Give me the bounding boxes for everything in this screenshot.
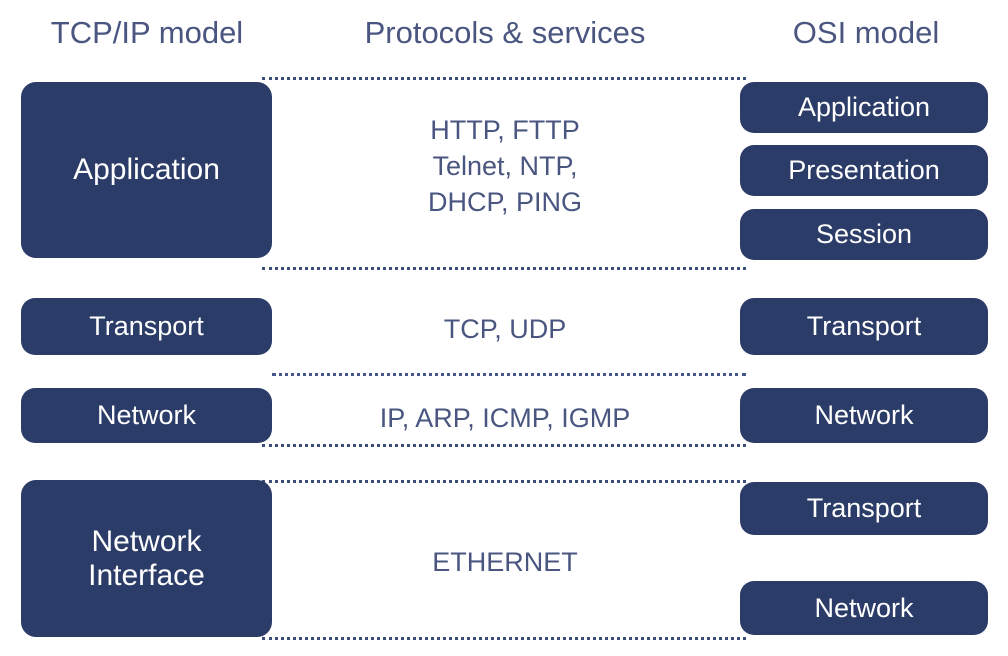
- tcpip-layer-network-interface-label-line2: Interface: [88, 558, 205, 592]
- tcpip-layer-network-interface-label: Network Interface: [88, 525, 205, 592]
- column-header-protocols: Protocols & services: [364, 15, 646, 50]
- divider-transport-network: [272, 373, 746, 376]
- osi-layer-presentation-label: Presentation: [788, 155, 940, 186]
- column-header-tcpip: TCP/IP model: [50, 15, 244, 50]
- osi-layer-network[interactable]: Network: [740, 388, 988, 443]
- divider-application-transport: [262, 267, 746, 270]
- osi-layer-physical-label: Network: [814, 592, 914, 623]
- osi-layer-transport[interactable]: Transport: [740, 298, 988, 355]
- tcpip-layer-application-label: Application: [73, 153, 220, 187]
- protocols-transport: TCP, UDP: [443, 314, 567, 344]
- protocols-application: HTTP, FTTP Telnet, NTP, DHCP, PING: [427, 115, 583, 217]
- diagram-canvas: TCP/IP model Protocols & services OSI mo…: [0, 0, 1008, 656]
- osi-layer-physical[interactable]: Network: [740, 581, 988, 635]
- osi-layer-application[interactable]: Application: [740, 82, 988, 133]
- tcpip-layer-network-label: Network: [96, 400, 197, 431]
- tcpip-layer-network-interface[interactable]: Network Interface: [21, 480, 272, 637]
- tcpip-layer-network-interface-label-line1: Network: [91, 524, 202, 558]
- osi-layer-data-link[interactable]: Transport: [740, 482, 988, 535]
- column-header-osi: OSI model: [792, 15, 940, 50]
- tcpip-layer-transport[interactable]: Transport: [21, 298, 272, 355]
- osi-layer-session[interactable]: Session: [740, 209, 988, 260]
- divider-network-bottom: [262, 444, 746, 447]
- osi-layer-application-label: Application: [797, 92, 931, 123]
- osi-layer-presentation[interactable]: Presentation: [740, 145, 988, 196]
- osi-layer-transport-label: Transport: [806, 311, 922, 342]
- osi-layer-session-label: Session: [815, 219, 913, 250]
- osi-layer-data-link-label: Transport: [806, 493, 922, 524]
- osi-layer-network-label: Network: [814, 400, 914, 431]
- divider-top: [262, 77, 746, 80]
- tcpip-layer-application[interactable]: Application: [21, 82, 272, 258]
- tcpip-layer-transport-label: Transport: [89, 311, 204, 342]
- tcpip-layer-network[interactable]: Network: [21, 388, 272, 443]
- protocols-network: IP, ARP, ICMP, IGMP: [379, 403, 631, 433]
- divider-bottom: [262, 637, 746, 640]
- protocols-network-interface: ETHERNET: [432, 547, 578, 577]
- divider-interface-top: [262, 480, 746, 483]
